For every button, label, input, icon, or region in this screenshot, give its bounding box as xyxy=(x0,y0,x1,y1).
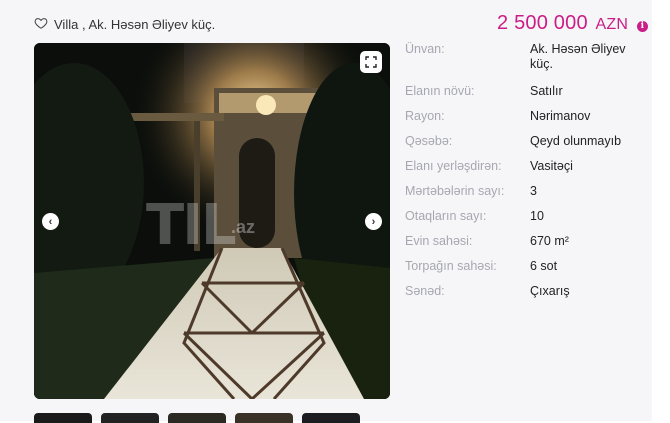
detail-label: Otaqların sayı: xyxy=(405,209,487,223)
detail-label: Torpağın sahəsi: xyxy=(405,259,497,273)
watermark-logo: TIL xyxy=(146,193,237,258)
detail-row-poster: Elanı yerləşdirən: Vasitəçi xyxy=(405,159,645,184)
property-details: Ünvan: Ak. Həsən Əliyev küç. Elanın növü… xyxy=(405,42,645,309)
detail-value: Satılır xyxy=(530,84,563,98)
previous-photo-button[interactable]: ‹ xyxy=(42,213,59,230)
thumbnail[interactable] xyxy=(101,413,159,423)
listing-header: Villa , Ak. Həsən Əliyev küç. xyxy=(34,16,215,33)
page-edge xyxy=(652,0,670,421)
chevron-right-icon: › xyxy=(371,215,376,228)
detail-value: Nərimanov xyxy=(530,109,591,123)
detail-label: Rayon: xyxy=(405,109,445,123)
detail-row-type: Elanın növü: Satılır xyxy=(405,84,645,109)
heart-icon[interactable] xyxy=(34,16,48,33)
info-icon[interactable]: i xyxy=(636,21,648,32)
detail-value: 10 xyxy=(530,209,544,223)
detail-row-settlement: Qəsəbə: Qeyd olunmayıb xyxy=(405,134,645,159)
thumbnail[interactable] xyxy=(302,413,360,423)
thumbnail[interactable] xyxy=(34,413,92,423)
thumbnail-strip xyxy=(34,413,360,423)
detail-row-district: Rayon: Nərimanov xyxy=(405,109,645,134)
detail-row-address: Ünvan: Ak. Həsən Əliyev küç. xyxy=(405,42,645,84)
detail-label: Evin sahəsi: xyxy=(405,234,473,248)
detail-label: Elanın növü: xyxy=(405,84,475,98)
detail-row-rooms: Otaqların sayı: 10 xyxy=(405,209,645,234)
detail-label: Sənəd: xyxy=(405,284,445,298)
listing-title: Villa , Ak. Həsən Əliyev küç. xyxy=(54,17,216,32)
detail-value: Çıxarış xyxy=(530,284,570,298)
detail-value: Ak. Həsən Əliyev küç. xyxy=(530,42,626,71)
detail-label: Ünvan: xyxy=(405,42,445,56)
price-currency: AZN xyxy=(595,16,629,33)
detail-value: 3 xyxy=(530,184,537,198)
thumbnail[interactable] xyxy=(235,413,293,423)
detail-row-house-area: Evin sahəsi: 670 m² xyxy=(405,234,645,259)
expand-icon xyxy=(365,56,377,68)
detail-row-document: Sənəd: Çıxarış xyxy=(405,284,645,309)
detail-label: Elanı yerləşdirən: xyxy=(405,159,502,173)
detail-row-land-area: Torpağın sahəsi: 6 sot xyxy=(405,259,645,284)
detail-label: Mərtəbələrin sayı: xyxy=(405,184,505,198)
watermark-suffix: .az xyxy=(231,217,256,237)
price: 2 500 000 AZN i xyxy=(497,12,648,35)
detail-value: 6 sot xyxy=(530,259,558,273)
detail-row-floors: Mərtəbələrin sayı: 3 xyxy=(405,184,645,209)
price-amount: 2 500 000 xyxy=(497,12,588,34)
thumbnail[interactable] xyxy=(168,413,226,423)
detail-label: Qəsəbə: xyxy=(405,134,453,148)
detail-value: Vasitəçi xyxy=(530,159,573,173)
chevron-left-icon: ‹ xyxy=(48,215,53,228)
main-photo[interactable]: TIL .az ‹ › xyxy=(34,43,390,399)
fullscreen-button[interactable] xyxy=(360,51,382,73)
detail-value: 670 m² xyxy=(530,234,569,248)
next-photo-button[interactable]: › xyxy=(365,213,382,230)
detail-value: Qeyd olunmayıb xyxy=(530,134,622,148)
